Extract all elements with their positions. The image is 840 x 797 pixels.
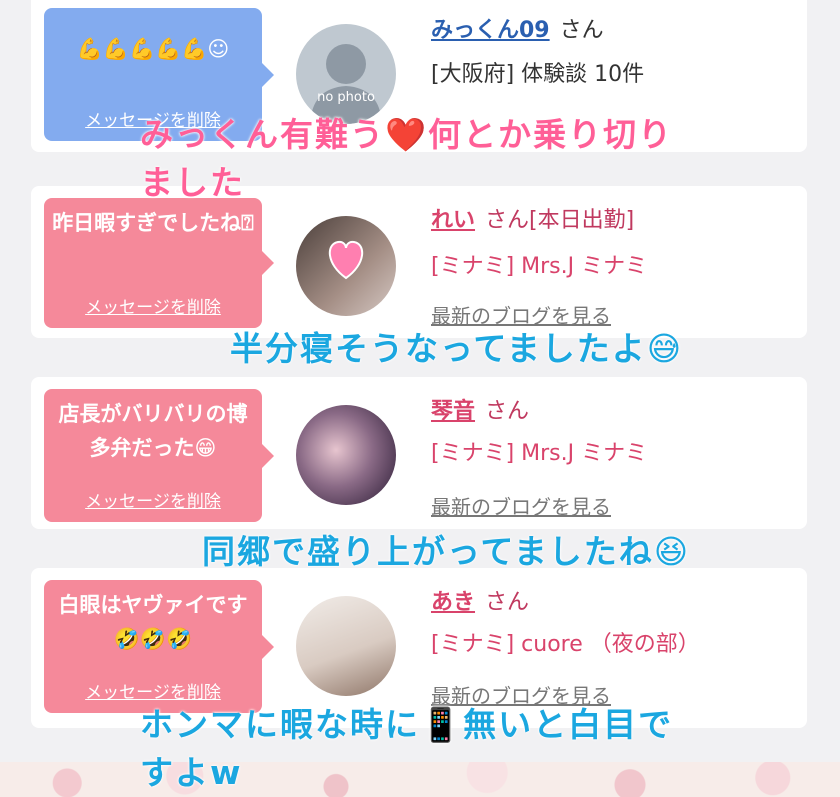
overlay-caption-4: 同郷で盛り上がってましたね😆 xyxy=(202,532,691,571)
overlay-caption-3: 半分寝そうなってましたよ😅 xyxy=(230,329,684,368)
user-name-link[interactable]: みっくん09 xyxy=(431,18,550,43)
heart-sticker-icon xyxy=(328,240,364,280)
honorific: さん xyxy=(485,399,530,424)
delete-message-link[interactable]: メッセージを削除 xyxy=(44,487,262,512)
user-info: [ミナミ] cuore （夜の部） xyxy=(431,632,700,657)
user-name-line: 琴音 さん xyxy=(431,393,529,425)
user-name-link[interactable]: 琴音 xyxy=(431,399,475,424)
user-name-line: あき さん xyxy=(431,584,529,616)
message-text: 💪💪💪💪💪☺ xyxy=(76,37,230,61)
message-text: 店長がバリバリの博多弁だった😁 xyxy=(58,402,248,460)
user-name-link[interactable]: あき xyxy=(431,590,475,615)
message-bubble: 昨日暇すぎでしたね⍰ メッセージを削除 xyxy=(44,198,274,328)
honorific: さん xyxy=(485,590,530,615)
message-bubble: 店長がバリバリの博多弁だった😁 メッセージを削除 xyxy=(44,389,274,522)
overlay-caption-5: ホンマに暇な時に📱無いと白目で xyxy=(140,705,674,744)
overlay-caption-2: ました xyxy=(140,163,245,202)
user-name-line: みっくん09 さん xyxy=(431,12,604,44)
avatar[interactable] xyxy=(296,216,396,316)
user-name-line: れい さん[本日出勤] xyxy=(431,202,634,234)
message-bubble: 白眼はヤヴァイです🤣🤣🤣 メッセージを削除 xyxy=(44,580,274,713)
user-info: [ミナミ] Mrs.J ミナミ xyxy=(431,254,648,279)
delete-message-link[interactable]: メッセージを削除 xyxy=(44,293,262,318)
message-card-3: 店長がバリバリの博多弁だった😁 メッセージを削除 琴音 さん [ミナミ] Mrs.… xyxy=(31,377,807,529)
message-text: 昨日暇すぎでしたね⍰ xyxy=(52,211,254,235)
overlay-caption-6: すよw xyxy=(140,753,243,792)
overlay-caption-1: みっくん有難う❤️何とか乗り切り xyxy=(140,115,674,154)
honorific: さん xyxy=(559,18,604,43)
no-photo-label: no photo xyxy=(317,90,375,105)
user-info: [大阪府] 体験談 10件 xyxy=(431,62,645,87)
avatar[interactable] xyxy=(296,596,396,696)
user-info: [ミナミ] Mrs.J ミナミ xyxy=(431,441,648,466)
honorific: さん[本日出勤] xyxy=(485,208,635,233)
latest-blog-link[interactable]: 最新のブログを見る xyxy=(431,491,611,520)
floral-background xyxy=(0,762,840,797)
avatar[interactable] xyxy=(296,405,396,505)
message-card-2: 昨日暇すぎでしたね⍰ メッセージを削除 れい さん[本日出勤] [ミナミ] Mrs… xyxy=(31,186,807,338)
message-text: 白眼はヤヴァイです🤣🤣🤣 xyxy=(58,593,248,651)
user-name-link[interactable]: れい xyxy=(431,208,475,233)
